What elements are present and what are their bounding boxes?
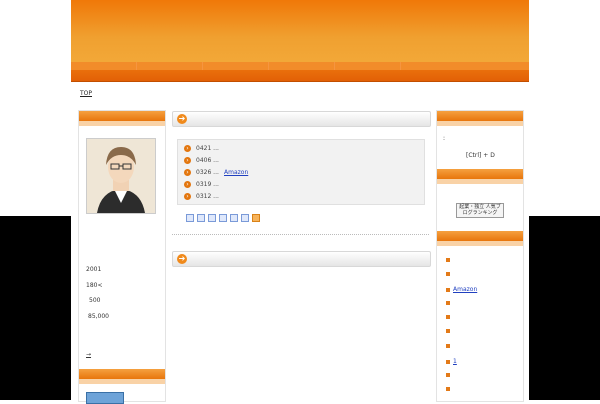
left-sidebar: 2001 180< 500 85,000 → [78, 110, 166, 404]
nav-tab-5[interactable] [335, 62, 401, 70]
left-sidebar-subheader [79, 121, 165, 126]
square-bullet-icon [446, 272, 450, 276]
nav-tab-6[interactable] [401, 62, 529, 70]
right-widget-3-subheader [437, 241, 523, 246]
list-item: › 0406 ... [184, 156, 224, 165]
rss-icon[interactable] [252, 214, 260, 222]
right-widget-3-header [437, 231, 523, 241]
bookmark-hint: [Ctrl] + D [466, 152, 495, 159]
square-bullet-icon [446, 301, 450, 305]
right-widget-3 [437, 231, 523, 246]
social-bookmark-icon-5[interactable] [230, 214, 238, 222]
square-bullet-icon [446, 373, 450, 377]
global-nav [71, 62, 529, 82]
blog-ranking-banner[interactable]: 起業・独立 人気ブログランキング [456, 203, 504, 218]
list-item: 1 [446, 358, 457, 365]
social-bookmark-icon-1[interactable] [186, 214, 194, 222]
avatar-illustration [87, 139, 155, 213]
arrow-bullet-icon: › [184, 157, 191, 164]
left-widget-2-subheader [79, 379, 165, 384]
right-widget-2 [437, 169, 523, 184]
nav-tab-1[interactable] [71, 62, 137, 70]
arrow-bullet-icon: › [184, 181, 191, 188]
avatar [86, 138, 156, 214]
square-bullet-icon [446, 315, 450, 319]
social-bookmark-icon-3[interactable] [208, 214, 216, 222]
entry-link[interactable]: Amazon [224, 169, 248, 176]
profile-value-2: 85,000 [88, 313, 109, 320]
nav-tab-3[interactable] [203, 62, 269, 70]
right-sidebar-header [437, 111, 523, 121]
arrow-bullet-icon: › [184, 145, 191, 152]
nav-tab-4[interactable] [269, 62, 335, 70]
entry-date: 0312 ... [196, 193, 219, 200]
site-header [71, 0, 529, 62]
social-bookmark-bar [186, 214, 260, 222]
profile-value-1: 500 [89, 297, 101, 304]
list-item [446, 258, 453, 262]
square-bullet-icon [446, 387, 450, 391]
arrow-right-icon: ➔ [177, 254, 187, 264]
entry-date: 0326 ... [196, 169, 219, 176]
entry-date: 0421 ... [196, 145, 219, 152]
list-item [446, 272, 453, 276]
right-link[interactable]: 1 [453, 358, 457, 365]
entry-date: 0319 ... [196, 181, 219, 188]
arrow-bullet-icon: › [184, 193, 191, 200]
page-container: TOP 2001 180< 500 85,000 → ➔ › 0421 ... … [71, 0, 529, 404]
list-item: Amazon [446, 286, 477, 293]
square-bullet-icon [446, 258, 450, 262]
social-bookmark-icon-6[interactable] [241, 214, 249, 222]
entry-date: 0406 ... [196, 157, 219, 164]
arrow-bullet-icon: › [184, 169, 191, 176]
breadcrumb-top-link[interactable]: TOP [80, 90, 92, 97]
list-item: › 0421 ... [184, 144, 224, 153]
left-widget-2-header [79, 369, 165, 379]
list-item [446, 315, 453, 319]
list-item [446, 387, 453, 391]
list-item: › 0312 ... [184, 192, 224, 201]
profile-height: 180< [86, 282, 103, 289]
left-sidebar-header [79, 111, 165, 121]
social-bookmark-icon-2[interactable] [197, 214, 205, 222]
list-item [446, 329, 453, 333]
list-item: › 0326 ... Amazon [184, 168, 248, 177]
right-widget-2-subheader [437, 179, 523, 184]
profile-year: 2001 [86, 266, 102, 273]
list-item [446, 301, 453, 305]
left-widget-2 [79, 369, 165, 384]
blog-button[interactable] [86, 392, 124, 404]
right-widget-2-header [437, 169, 523, 179]
square-bullet-icon [446, 344, 450, 348]
nav-tab-2[interactable] [137, 62, 203, 70]
recent-entries-box: › 0421 ... › 0406 ... › 0326 ... Amazon … [177, 139, 425, 205]
section-divider [172, 234, 429, 235]
list-item [446, 344, 453, 348]
right-sidebar-subheader [437, 121, 523, 126]
section-heading-1: ➔ [172, 111, 431, 127]
arrow-right-icon: ➔ [177, 114, 187, 124]
right-link[interactable]: Amazon [453, 286, 477, 293]
right-sidebar: : [Ctrl] + D 起業・独立 人気ブログランキング Amazon 1 [436, 110, 524, 402]
square-bullet-icon [446, 359, 450, 364]
list-item [446, 373, 453, 377]
list-item: › 0319 ... [184, 180, 224, 189]
square-bullet-icon [446, 329, 450, 333]
social-bookmark-icon-4[interactable] [219, 214, 227, 222]
section-heading-2: ➔ [172, 251, 431, 267]
profile-more-link[interactable]: → [86, 351, 91, 358]
square-bullet-icon [446, 287, 450, 292]
right-colon-text: : [443, 135, 446, 142]
